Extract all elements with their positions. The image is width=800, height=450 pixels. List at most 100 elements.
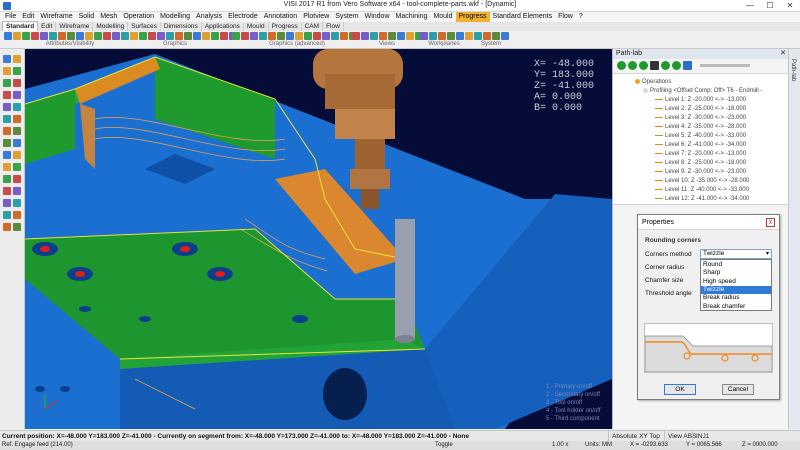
left-toolbar-icon[interactable] <box>13 115 21 123</box>
left-toolbar-icon[interactable] <box>3 199 11 207</box>
menu-system[interactable]: System <box>332 12 361 22</box>
ok-button[interactable]: OK <box>664 384 696 395</box>
menu-machining[interactable]: Machining <box>393 12 431 22</box>
toolbar-icon[interactable] <box>76 32 84 40</box>
stop-icon[interactable] <box>650 60 659 70</box>
corners-method-select[interactable]: Twizzle ▾ <box>700 249 772 259</box>
left-toolbar-icon[interactable] <box>3 175 11 183</box>
toolbar-icon[interactable] <box>112 32 120 40</box>
tab-standard[interactable]: Standard <box>2 21 39 31</box>
toolbar-icon[interactable] <box>352 32 360 40</box>
toolbar-icon[interactable] <box>250 32 258 40</box>
maximize-button[interactable]: ☐ <box>760 0 780 12</box>
toolbar-icon[interactable] <box>304 32 312 40</box>
toolbar-icon[interactable] <box>13 32 21 40</box>
pathlab-close-button[interactable]: ✕ <box>780 49 786 59</box>
tree-root-operations[interactable]: Operations <box>635 78 671 86</box>
speed-slider[interactable] <box>700 63 750 67</box>
toolbar-icon[interactable] <box>286 32 294 40</box>
toolbar-icon[interactable] <box>397 32 405 40</box>
menu-operation[interactable]: Operation <box>120 12 157 22</box>
toolbar-icon[interactable] <box>58 32 66 40</box>
left-toolbar-icon[interactable] <box>3 187 11 195</box>
tab-edit[interactable]: Edit <box>38 22 57 31</box>
tree-level-item[interactable]: Level 1: Z -20.000 <-> -13.000 <box>655 96 746 104</box>
dropdown-option-round[interactable]: Round <box>701 261 771 269</box>
left-toolbar-icon[interactable] <box>13 199 21 207</box>
menu-mould[interactable]: Mould <box>430 12 455 22</box>
left-toolbar-icon[interactable] <box>13 91 21 99</box>
toolbar-icon[interactable] <box>483 32 491 40</box>
tab-applications[interactable]: Applications <box>202 22 244 31</box>
left-toolbar-icon[interactable] <box>3 223 11 231</box>
toolbar-icon[interactable] <box>259 32 267 40</box>
rewind-icon[interactable] <box>661 60 670 70</box>
menu-help[interactable]: ? <box>576 12 586 22</box>
left-toolbar-icon[interactable] <box>3 79 11 87</box>
tree-level-item[interactable]: Level 7: Z -20.000 <-> -13.000 <box>655 150 746 158</box>
toolbar-icon[interactable] <box>94 32 102 40</box>
left-toolbar-icon[interactable] <box>3 67 11 75</box>
close-window-button[interactable]: ✕ <box>780 0 800 12</box>
tab-mould[interactable]: Mould <box>244 22 269 31</box>
toolbar-icon[interactable] <box>130 32 138 40</box>
left-toolbar-icon[interactable] <box>3 55 11 63</box>
toolbar-icon[interactable] <box>438 32 446 40</box>
properties-close-button[interactable]: x <box>766 218 775 227</box>
menu-modelling[interactable]: Modelling <box>157 12 193 22</box>
tab-modelling[interactable]: Modelling <box>93 22 129 31</box>
minimize-button[interactable]: — <box>740 0 760 12</box>
toolbar-icon[interactable] <box>67 32 75 40</box>
dropdown-option-break-radius[interactable]: Break radius <box>701 294 771 302</box>
tree-level-item[interactable]: Level 4: Z -35.000 <-> -28.000 <box>655 123 746 131</box>
toolbar-icon[interactable] <box>361 32 369 40</box>
3d-viewport[interactable]: X= -48.000 Y= 183.000 Z= -41.000 A= 0.00… <box>25 49 612 429</box>
toolbar-icon[interactable] <box>148 32 156 40</box>
toolbar-icon[interactable] <box>388 32 396 40</box>
cancel-button[interactable]: Cancel <box>722 384 754 395</box>
tree-level-item[interactable]: Level 8: Z -25.000 <-> -18.000 <box>655 159 746 167</box>
toolbar-icon[interactable] <box>166 32 174 40</box>
toolbar-icon[interactable] <box>406 32 414 40</box>
left-toolbar-icon[interactable] <box>13 187 21 195</box>
toolbar-icon[interactable] <box>322 32 330 40</box>
menu-flow[interactable]: Flow <box>555 12 576 22</box>
menu-analysis[interactable]: Analysis <box>193 12 225 22</box>
toolbar-icon[interactable] <box>313 32 321 40</box>
toolbar-icon[interactable] <box>121 32 129 40</box>
toolbar-icon[interactable] <box>420 32 428 40</box>
left-toolbar-icon[interactable] <box>13 211 21 219</box>
toolbar-icon[interactable] <box>474 32 482 40</box>
toolbar-icon[interactable] <box>331 32 339 40</box>
menu-plotview[interactable]: Plotview <box>300 12 332 22</box>
toolbar-icon[interactable] <box>268 32 276 40</box>
toolbar-icon[interactable] <box>456 32 464 40</box>
toolbar-icon[interactable] <box>492 32 500 40</box>
toolbar-icon[interactable] <box>139 32 147 40</box>
toolbar-icon[interactable] <box>22 32 30 40</box>
tree-level-item[interactable]: Level 10: Z -35.000 <-> -28.000 <box>655 177 749 185</box>
tab-wireframe[interactable]: Wireframe <box>56 22 94 31</box>
tab-flow[interactable]: Flow <box>323 22 344 31</box>
toolbar-icon[interactable] <box>340 32 348 40</box>
toolbar-icon[interactable] <box>220 32 228 40</box>
tree-level-item[interactable]: Level 12: Z -41.000 <-> -34.000 <box>655 195 749 203</box>
toolbar-icon[interactable] <box>85 32 93 40</box>
toolbar-icon[interactable] <box>241 32 249 40</box>
left-toolbar-icon[interactable] <box>13 163 21 171</box>
tab-dimensions[interactable]: Dimensions <box>161 22 202 31</box>
left-toolbar-icon[interactable] <box>13 79 21 87</box>
dropdown-option-sharp[interactable]: Sharp <box>701 269 771 277</box>
fast-forward-icon[interactable] <box>672 60 681 70</box>
toolbar-icon[interactable] <box>295 32 303 40</box>
toolbar-icon[interactable] <box>40 32 48 40</box>
toolbar-icon[interactable] <box>370 32 378 40</box>
tree-level-item[interactable]: Level 5: Z -40.000 <-> -33.000 <box>655 132 746 140</box>
left-toolbar-icon[interactable] <box>3 163 11 171</box>
toolbar-icon[interactable] <box>447 32 455 40</box>
toolbar-icon[interactable] <box>193 32 201 40</box>
toolbar-icon[interactable] <box>103 32 111 40</box>
tree-level-item[interactable]: Level 2: Z -25.000 <-> -18.000 <box>655 105 746 113</box>
left-toolbar-icon[interactable] <box>3 115 11 123</box>
toolbar-icon[interactable] <box>184 32 192 40</box>
